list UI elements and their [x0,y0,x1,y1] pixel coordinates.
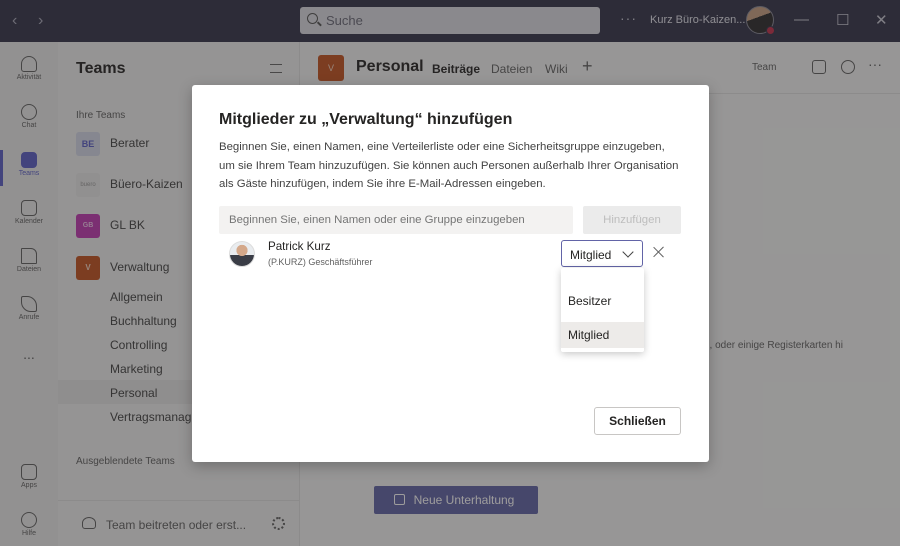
remove-member-close-icon[interactable] [652,245,666,259]
add-button[interactable]: Hinzufügen [583,206,681,234]
role-option-member[interactable]: Mitglied [561,322,644,348]
member-search-input[interactable] [219,206,573,234]
close-button[interactable]: Schließen [594,407,681,435]
dialog-description: Beginnen Sie, einen Namen, eine Verteile… [219,141,679,190]
dialog-title: Mitglieder zu „Verwaltung“ hinzufügen [219,111,513,128]
chevron-down-icon [622,246,634,258]
person-name: Patrick Kurz [268,240,331,253]
role-selected-value: Mitglied [570,248,612,262]
role-option-owner[interactable]: Besitzer [561,288,644,314]
avatar [229,241,255,267]
person-subtitle: (P.KURZ) Geschäftsführer [268,257,373,267]
add-members-dialog: Mitglieder zu „Verwaltung“ hinzufügen Be… [192,85,709,462]
role-select[interactable]: Mitglied [561,240,643,267]
role-dropdown-menu: Besitzer Mitglied [561,268,644,352]
